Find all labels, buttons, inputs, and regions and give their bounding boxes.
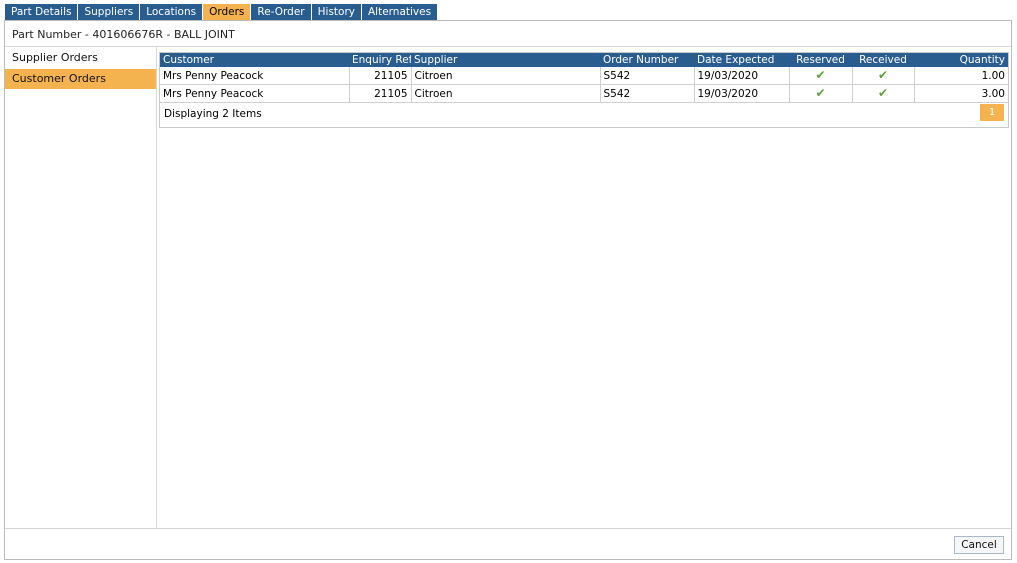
item-count: Displaying 2 Items xyxy=(164,108,262,120)
checkmark-icon: ✔ xyxy=(815,86,826,100)
column-header-order-number[interactable]: Order Number xyxy=(600,53,694,67)
cell-customer: Mrs Penny Peacock xyxy=(160,67,350,85)
page-button-1[interactable]: 1 xyxy=(980,104,1004,121)
cell-enquiry-ref: 21105 xyxy=(349,84,412,103)
checkmark-icon: ✔ xyxy=(815,68,826,82)
cell-date-expected: 19/03/2020 xyxy=(694,67,790,85)
tab-orders[interactable]: Orders xyxy=(203,4,251,20)
cell-supplier: Citroen xyxy=(411,67,601,85)
orders-window: Part Number - 401606676R - BALL JOINT Su… xyxy=(4,20,1012,560)
footer-divider xyxy=(5,528,1011,529)
cell-reserved: ✔ xyxy=(789,84,853,103)
cell-received: ✔ xyxy=(852,67,915,85)
tab-alternatives[interactable]: Alternatives xyxy=(361,4,438,20)
table-row[interactable]: Mrs Penny Peacock 21105 Citroen S542 19/… xyxy=(160,67,1008,85)
checkmark-icon: ✔ xyxy=(877,68,889,82)
cell-received: ✔ xyxy=(852,84,915,103)
tab-history[interactable]: History xyxy=(311,4,361,20)
page-title: Part Number - 401606676R - BALL JOINT xyxy=(12,28,235,41)
column-header-supplier[interactable]: Supplier xyxy=(411,53,600,67)
column-header-customer[interactable]: Customer xyxy=(160,53,349,67)
tab-suppliers[interactable]: Suppliers xyxy=(78,4,140,20)
cell-order-number: S542 xyxy=(600,84,695,103)
orders-table: Customer Enquiry Ref Supplier Order Numb… xyxy=(160,53,1008,103)
sidebar: Supplier Orders Customer Orders xyxy=(5,47,157,529)
cell-supplier: Citroen xyxy=(411,84,601,103)
column-header-quantity[interactable]: Quantity xyxy=(914,53,1008,67)
column-header-received[interactable]: Received xyxy=(852,53,914,67)
column-header-date-expected[interactable]: Date Expected xyxy=(694,53,789,67)
tab-locations[interactable]: Locations xyxy=(140,4,203,20)
pager: Displaying 2 Items 1 xyxy=(160,101,1008,127)
orders-grid: Customer Enquiry Ref Supplier Order Numb… xyxy=(159,52,1009,128)
checkmark-icon: ✔ xyxy=(877,86,889,100)
tab-re-order[interactable]: Re-Order xyxy=(251,4,311,20)
sidebar-item-supplier-orders[interactable]: Supplier Orders xyxy=(5,48,156,68)
tab-bar: Part Details Suppliers Locations Orders … xyxy=(5,4,438,20)
sidebar-item-customer-orders[interactable]: Customer Orders xyxy=(5,69,156,89)
cell-quantity: 1.00 xyxy=(914,67,1008,85)
cell-date-expected: 19/03/2020 xyxy=(694,84,790,103)
cell-quantity: 3.00 xyxy=(914,84,1008,103)
cell-order-number: S542 xyxy=(600,67,695,85)
cell-customer: Mrs Penny Peacock xyxy=(160,84,350,103)
cancel-button[interactable]: Cancel xyxy=(954,536,1004,554)
cell-reserved: ✔ xyxy=(789,67,853,85)
table-row[interactable]: Mrs Penny Peacock 21105 Citroen S542 19/… xyxy=(160,84,1008,103)
cell-enquiry-ref: 21105 xyxy=(349,67,412,85)
column-header-enquiry-ref[interactable]: Enquiry Ref xyxy=(349,53,411,67)
table-header-row: Customer Enquiry Ref Supplier Order Numb… xyxy=(160,53,1008,67)
column-header-reserved[interactable]: Reserved xyxy=(789,53,852,67)
tab-part-details[interactable]: Part Details xyxy=(5,4,78,20)
